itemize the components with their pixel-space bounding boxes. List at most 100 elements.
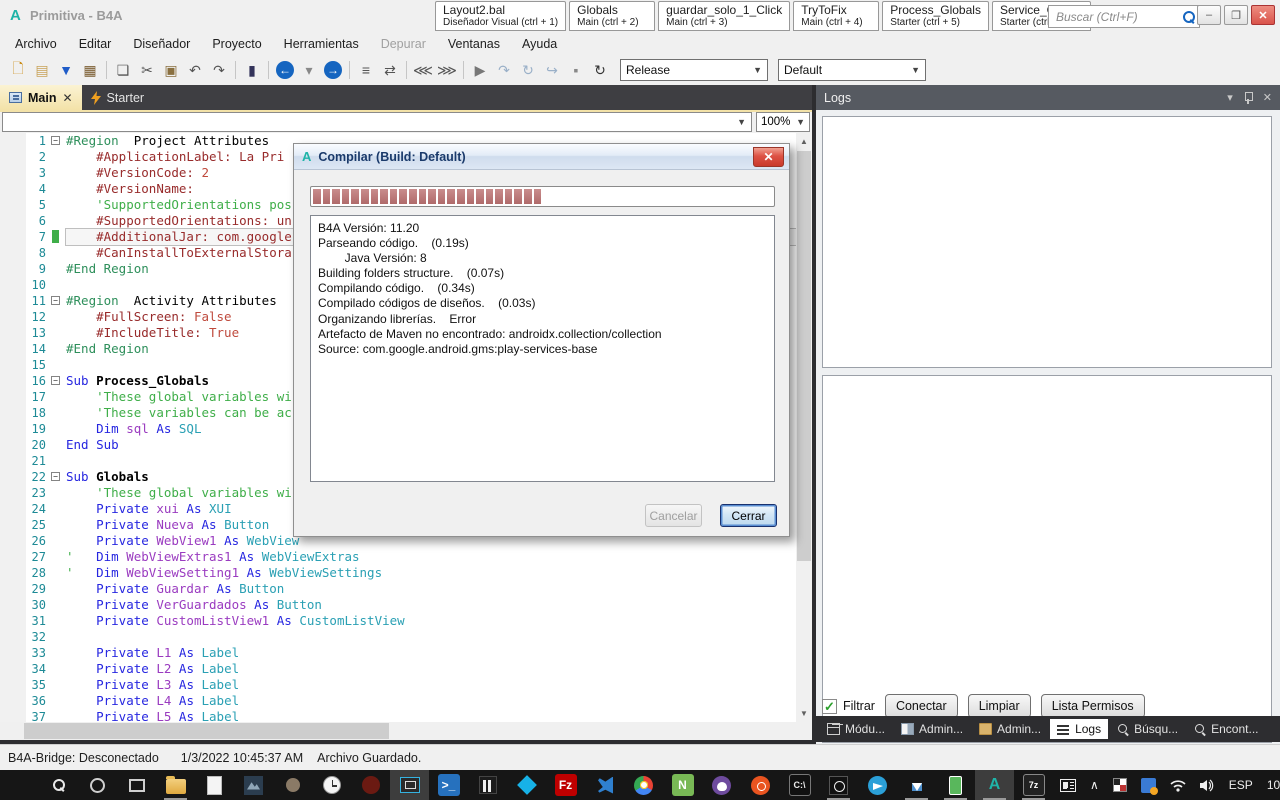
breakpoint-margin[interactable]: [0, 261, 26, 277]
video-editor-icon[interactable]: [468, 770, 507, 800]
code-line-30[interactable]: 30 Private VerGuardados As Button: [0, 597, 796, 613]
code-line-28[interactable]: 28' Dim WebViewSetting1 As WebViewSettin…: [0, 565, 796, 581]
breakpoint-margin[interactable]: [0, 629, 26, 645]
close-panel-icon[interactable]: ✕: [1263, 91, 1272, 104]
breakpoint-margin[interactable]: [0, 373, 26, 389]
breakpoint-margin[interactable]: [0, 325, 26, 341]
save-icon[interactable]: ▼: [55, 59, 77, 81]
language-indicator[interactable]: ESP: [1229, 778, 1253, 792]
quick-tab-guardar_solo_1_click[interactable]: guardar_solo_1_ClickMain (ctrl + 3): [658, 1, 790, 31]
fold-toggle-icon[interactable]: −: [51, 472, 60, 481]
pin-icon[interactable]: [1243, 92, 1253, 104]
vscode-icon[interactable]: [585, 770, 624, 800]
horizontal-scrollbar[interactable]: [0, 722, 796, 740]
telegram-icon[interactable]: [858, 770, 897, 800]
menu-diseñador[interactable]: Diseñador: [122, 34, 201, 54]
news-widget-icon[interactable]: [1060, 779, 1076, 792]
module-selector[interactable]: ▼: [2, 112, 752, 132]
search-input[interactable]: Buscar (Ctrl+F): [1048, 5, 1200, 28]
scrollbar-thumb[interactable]: [24, 723, 389, 739]
clock-app-icon[interactable]: [312, 770, 351, 800]
code-line-27[interactable]: 27' Dim WebViewExtras1 As WebViewExtras: [0, 549, 796, 565]
quick-tab-trytofix[interactable]: TryToFixMain (ctrl + 4): [793, 1, 879, 31]
cut-icon[interactable]: ✂: [136, 59, 158, 81]
breakpoint-margin[interactable]: [0, 181, 26, 197]
breakpoint-margin[interactable]: [0, 677, 26, 693]
breakpoint-margin[interactable]: [0, 565, 26, 581]
scrcpy-icon[interactable]: [936, 770, 975, 800]
bookmark-icon[interactable]: ▮: [241, 59, 263, 81]
breakpoint-margin[interactable]: [0, 549, 26, 565]
open-file-icon[interactable]: ▤: [31, 59, 53, 81]
clear-button[interactable]: Limpiar: [968, 694, 1031, 718]
breakpoint-margin[interactable]: [0, 405, 26, 421]
tab-starter[interactable]: Starter: [82, 85, 154, 110]
cortana-icon[interactable]: [78, 770, 117, 800]
copy-icon[interactable]: ❏: [112, 59, 134, 81]
quick-tab-globals[interactable]: GlobalsMain (ctrl + 2): [569, 1, 655, 31]
menu-ayuda[interactable]: Ayuda: [511, 34, 568, 54]
code-line-29[interactable]: 29 Private Guardar As Button: [0, 581, 796, 597]
minimize-button[interactable]: –: [1197, 5, 1221, 25]
start-button[interactable]: [0, 770, 39, 800]
code-line-36[interactable]: 36 Private L4 As Label: [0, 693, 796, 709]
code-line-35[interactable]: 35 Private L3 As Label: [0, 677, 796, 693]
breakpoint-margin[interactable]: [0, 693, 26, 709]
quick-tab-process_globals[interactable]: Process_GlobalsStarter (ctrl + 5): [882, 1, 989, 31]
breakpoint-margin[interactable]: [0, 229, 26, 245]
breakpoint-margin[interactable]: [0, 389, 26, 405]
quick-tab-layout2.bal[interactable]: Layout2.balDiseñador Visual (ctrl + 1): [435, 1, 566, 31]
breakpoint-margin[interactable]: [0, 453, 26, 469]
dialog-title-bar[interactable]: A Compilar (Build: Default): [294, 144, 789, 170]
breakpoint-margin[interactable]: [0, 165, 26, 181]
step-into-icon[interactable]: ↷: [493, 59, 515, 81]
filezilla-icon[interactable]: Fz: [546, 770, 585, 800]
night-clock-icon[interactable]: [819, 770, 858, 800]
photos-icon[interactable]: [234, 770, 273, 800]
menu-depurar[interactable]: Depurar: [370, 34, 437, 54]
step-over-icon[interactable]: ↻: [517, 59, 539, 81]
breakpoint-margin[interactable]: [0, 645, 26, 661]
notepad-plus-icon[interactable]: N: [663, 770, 702, 800]
menu-ventanas[interactable]: Ventanas: [437, 34, 511, 54]
export-package-icon[interactable]: ▦: [79, 59, 101, 81]
paste-icon[interactable]: ▣: [160, 59, 182, 81]
dock-tab-búsqu[interactable]: Búsqu...: [1110, 719, 1185, 739]
scroll-down-icon[interactable]: ▼: [796, 705, 812, 722]
fold-toggle-icon[interactable]: −: [51, 136, 60, 145]
back-dropdown-icon[interactable]: ▾: [298, 59, 320, 81]
outdent-icon[interactable]: ⋘: [412, 59, 434, 81]
redo-icon[interactable]: ↷: [208, 59, 230, 81]
breakpoint-margin[interactable]: [0, 501, 26, 517]
menu-archivo[interactable]: Archivo: [4, 34, 68, 54]
restore-button[interactable]: ❐: [1224, 5, 1248, 25]
stop-icon[interactable]: ▪: [565, 59, 587, 81]
breakpoint-margin[interactable]: [0, 485, 26, 501]
menu-editar[interactable]: Editar: [68, 34, 123, 54]
breakpoint-margin[interactable]: [0, 597, 26, 613]
code-line-32[interactable]: 32: [0, 629, 796, 645]
close-tab-icon[interactable]: ✕: [62, 91, 72, 105]
task-view-icon[interactable]: [117, 770, 156, 800]
build-config-select[interactable]: Release▼: [620, 59, 768, 81]
ubuntu-icon[interactable]: [741, 770, 780, 800]
breakpoint-margin[interactable]: [0, 277, 26, 293]
notepad-icon[interactable]: [195, 770, 234, 800]
tray-expand-icon[interactable]: ∧: [1090, 778, 1099, 792]
breakpoint-margin[interactable]: [0, 197, 26, 213]
7zip-icon[interactable]: 7z: [1014, 770, 1053, 800]
cmd-icon[interactable]: C:\: [780, 770, 819, 800]
chrome-icon[interactable]: [624, 770, 663, 800]
breakpoint-margin[interactable]: [0, 245, 26, 261]
breakpoint-margin[interactable]: [0, 421, 26, 437]
gadget-icon[interactable]: [273, 770, 312, 800]
fold-toggle-icon[interactable]: −: [51, 296, 60, 305]
cerrar-button[interactable]: Cerrar: [720, 504, 777, 527]
dock-tab-admin[interactable]: Admin...: [894, 719, 970, 739]
fold-toggle-icon[interactable]: −: [51, 376, 60, 385]
breakpoint-margin[interactable]: [0, 341, 26, 357]
step-out-icon[interactable]: ↪: [541, 59, 563, 81]
log-output-area[interactable]: [822, 116, 1272, 368]
undo-icon[interactable]: ↶: [184, 59, 206, 81]
powershell-icon[interactable]: >_: [429, 770, 468, 800]
